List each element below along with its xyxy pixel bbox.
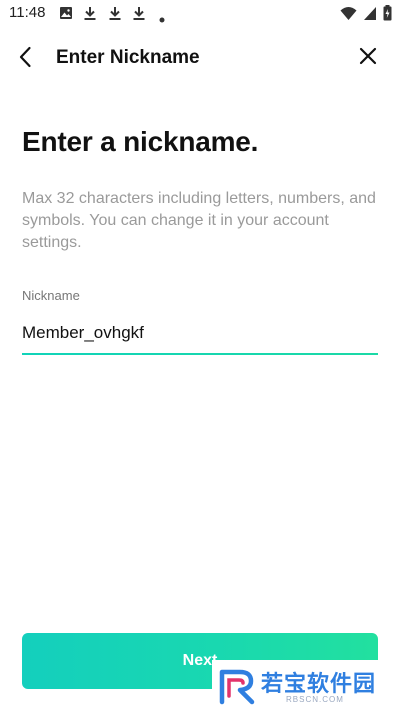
- nickname-label: Nickname: [22, 288, 80, 303]
- watermark: 若宝软件园 RBSCN.COM: [212, 660, 400, 711]
- wifi-icon: [340, 6, 357, 26]
- nickname-underline: [22, 353, 378, 355]
- battery-charging-icon: [383, 5, 392, 26]
- image-icon: [59, 6, 73, 25]
- page-title: Enter Nickname: [56, 47, 200, 68]
- app-bar: Enter Nickname: [0, 38, 400, 78]
- watermark-logo: [219, 669, 255, 705]
- status-system-icons: [340, 5, 392, 26]
- close-icon: [359, 47, 377, 70]
- back-button[interactable]: [12, 46, 38, 72]
- back-arrow-icon: [18, 46, 32, 73]
- close-button[interactable]: [356, 46, 380, 70]
- watermark-subtext: RBSCN.COM: [286, 695, 344, 704]
- download-icon: [108, 6, 122, 26]
- nickname-description: Max 32 characters including letters, num…: [22, 190, 376, 251]
- status-time: 11:48: [9, 4, 46, 21]
- signal-icon: [363, 6, 377, 26]
- download-icon: [83, 6, 97, 26]
- dot-icon: [159, 10, 165, 28]
- main-heading: Enter a nickname.: [22, 126, 259, 157]
- watermark-text: 若宝软件园: [261, 671, 377, 696]
- status-bar: 11:48: [0, 0, 400, 28]
- download-icon: [132, 6, 146, 26]
- nickname-input[interactable]: [22, 318, 377, 348]
- screen: 11:48 Enter Nickname Enter a nickname. M…: [0, 0, 400, 711]
